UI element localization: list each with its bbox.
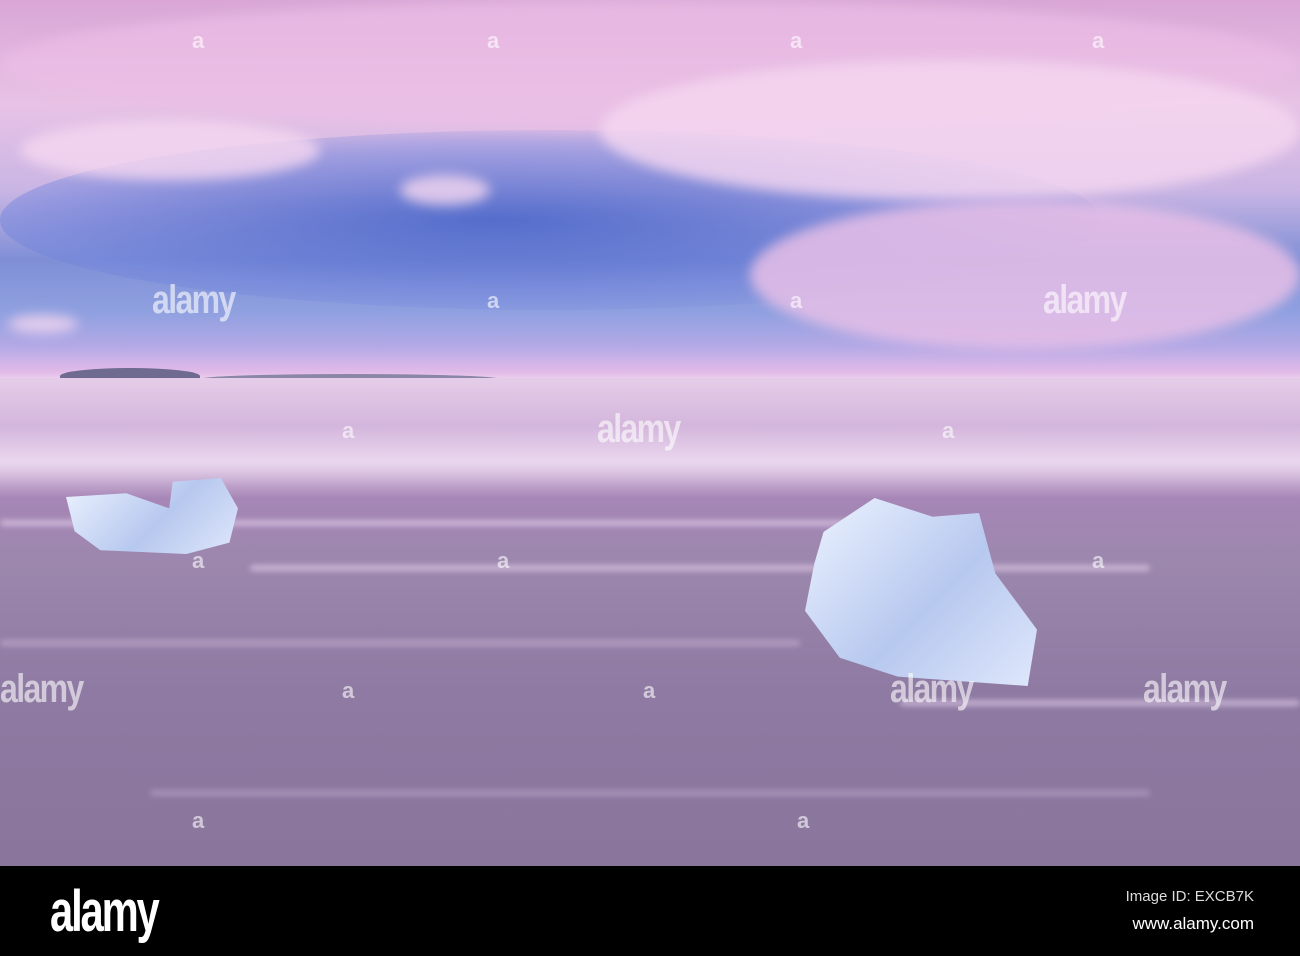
- ice-block: [805, 498, 1037, 686]
- watermark: alamy: [597, 407, 681, 451]
- cloud: [400, 175, 490, 205]
- watermark-mark: a: [797, 808, 810, 833]
- watermark-mark: a: [942, 418, 955, 443]
- watermark-mark: a: [497, 548, 510, 573]
- wave-streak: [150, 790, 1150, 796]
- cloud: [750, 200, 1300, 350]
- cloud: [8, 315, 78, 333]
- watermark: alamy: [152, 278, 236, 322]
- image-id: Image ID: EXCB7K: [1125, 888, 1254, 905]
- watermark: alamy: [0, 667, 84, 711]
- footer-bar: alamy Image ID: EXCB7K www.alamy.com: [0, 866, 1300, 956]
- wave-streak: [250, 565, 1150, 571]
- watermark-mark: a: [790, 28, 803, 53]
- watermark-mark: a: [643, 678, 656, 703]
- watermark-mark: a: [342, 418, 355, 443]
- watermark-mark: a: [1092, 28, 1105, 53]
- watermark-mark: a: [487, 28, 500, 53]
- watermark-mark: a: [192, 808, 205, 833]
- wave-streak: [0, 640, 800, 646]
- watermark-mark: a: [487, 288, 500, 313]
- watermark-mark: a: [790, 288, 803, 313]
- beach-photo: alamy alamy alamy alamy alamy alamy a a …: [0, 0, 1300, 866]
- watermark: alamy: [1143, 667, 1227, 711]
- cloud: [20, 120, 320, 180]
- cloud: [600, 60, 1300, 200]
- watermark: alamy: [890, 667, 974, 711]
- watermark-mark: a: [192, 548, 205, 573]
- site-url: www.alamy.com: [1132, 914, 1254, 933]
- watermark-mark: a: [192, 28, 205, 53]
- watermark-mark: a: [342, 678, 355, 703]
- watermark: alamy: [1043, 278, 1127, 322]
- alamy-logo: alamy: [50, 879, 160, 944]
- watermark-mark: a: [1092, 548, 1105, 573]
